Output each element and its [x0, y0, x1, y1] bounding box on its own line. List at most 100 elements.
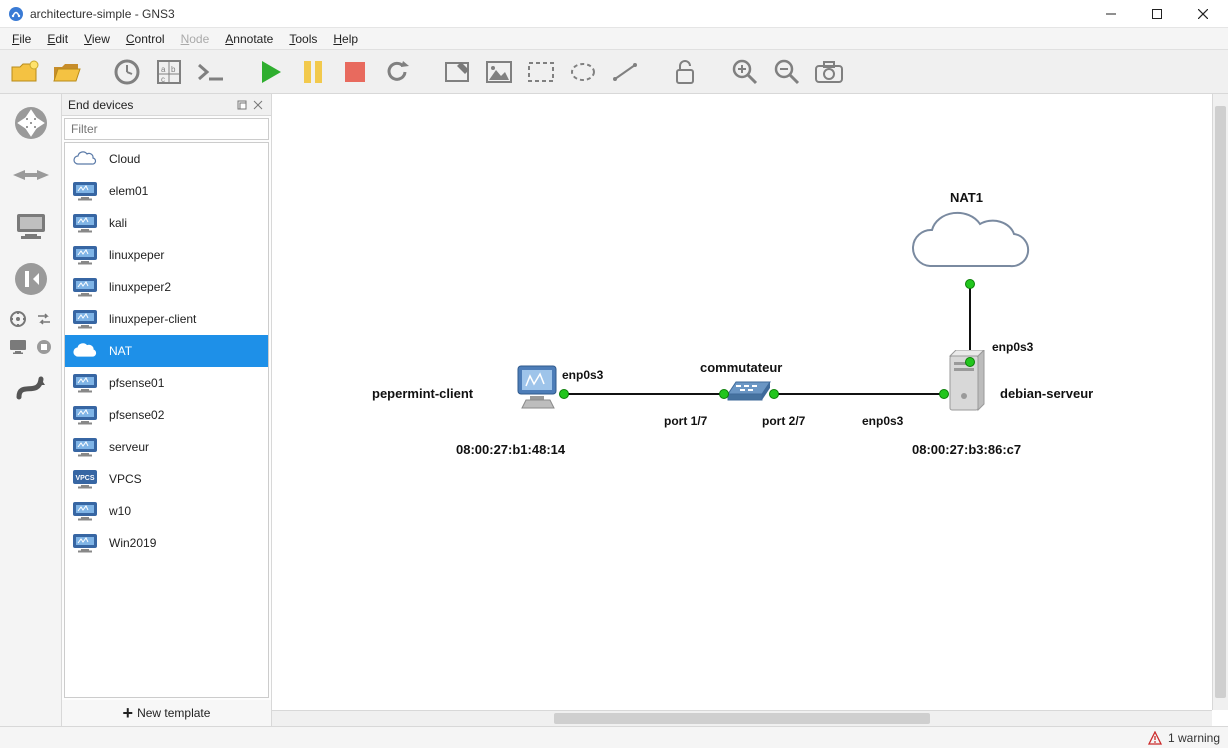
panel-detach-button[interactable] [235, 98, 249, 112]
link-line[interactable] [564, 393, 724, 395]
pc-icon [71, 500, 99, 522]
statusbar: 1 warning [0, 726, 1228, 748]
device-vpcs[interactable]: VPCS VPCS [65, 463, 268, 495]
pc-icon [71, 212, 99, 234]
titlebar: architecture-simple - GNS3 [0, 0, 1228, 28]
label-debian-serveur: debian-serveur [1000, 386, 1093, 401]
toolbar-pause[interactable] [294, 54, 332, 90]
menu-edit[interactable]: Edit [39, 30, 76, 48]
toolbar-draw-line[interactable] [606, 54, 644, 90]
device-linuxpeper2[interactable]: linuxpeper2 [65, 271, 268, 303]
menu-annotate[interactable]: Annotate [217, 30, 281, 48]
link-endpoint [939, 389, 949, 399]
close-button[interactable] [1180, 0, 1226, 28]
toolbar-draw-ellipse[interactable] [564, 54, 602, 90]
toolbar-draw-rect-dash[interactable] [522, 54, 560, 90]
node-pepermint-client[interactable] [512, 364, 564, 414]
category-end-devices[interactable] [8, 204, 54, 250]
svg-text:a: a [161, 65, 166, 74]
canvas-scrollbar-horizontal[interactable] [272, 710, 1212, 726]
monitor-small-icon[interactable] [7, 336, 29, 358]
link-endpoint [965, 357, 975, 367]
device-filter-input[interactable] [64, 118, 269, 140]
link-line[interactable] [774, 393, 944, 395]
device-label: linuxpeper [109, 248, 164, 262]
toolbar-screenshot[interactable] [810, 54, 848, 90]
browse-all-devices[interactable] [7, 308, 29, 330]
menu-help[interactable]: Help [325, 30, 366, 48]
device-label: Cloud [109, 152, 140, 166]
warning-icon [1148, 731, 1162, 745]
toolbar-stop[interactable] [336, 54, 374, 90]
new-template-label: New template [137, 706, 210, 720]
new-template-button[interactable]: + New template [62, 700, 271, 726]
node-nat1[interactable] [900, 208, 1040, 284]
pc-icon [71, 532, 99, 554]
panel-close-button[interactable] [251, 98, 265, 112]
link-endpoint [769, 389, 779, 399]
minimize-button[interactable] [1088, 0, 1134, 28]
svg-text:VPCS: VPCS [75, 475, 94, 482]
menu-control[interactable]: Control [118, 30, 173, 48]
menu-view[interactable]: View [76, 30, 118, 48]
link-endpoint [965, 279, 975, 289]
link-endpoint [559, 389, 569, 399]
device-linuxpeper-client[interactable]: linuxpeper-client [65, 303, 268, 335]
canvas-scrollbar-vertical[interactable] [1212, 94, 1228, 710]
device-cloud[interactable]: Cloud [65, 143, 268, 175]
port-server-top: enp0s3 [992, 340, 1033, 354]
label-pepermint-client: pepermint-client [372, 386, 473, 401]
port-switch-right: port 2/7 [762, 414, 805, 428]
maximize-button[interactable] [1134, 0, 1180, 28]
device-pfsense02[interactable]: pfsense02 [65, 399, 268, 431]
toolbar-reload[interactable] [378, 54, 416, 90]
category-security[interactable] [8, 256, 54, 302]
pc-icon [71, 276, 99, 298]
toolbar-draw-rect[interactable] [438, 54, 476, 90]
device-label: linuxpeper-client [109, 312, 196, 326]
device-label: VPCS [109, 472, 142, 486]
category-routers[interactable] [8, 100, 54, 146]
toolbar-play[interactable] [252, 54, 290, 90]
port-client: enp0s3 [562, 368, 603, 382]
node-commutateur[interactable] [724, 376, 774, 404]
topology-canvas[interactable]: pepermint-clientenp0s308:00:27:b1:48:14c… [272, 94, 1228, 726]
menu-file[interactable]: File [4, 30, 39, 48]
toolbar-draw-image[interactable] [480, 54, 518, 90]
toolbar-snap-grid[interactable]: abc [150, 54, 188, 90]
cloud-icon [71, 340, 99, 362]
menu-tools[interactable]: Tools [281, 30, 325, 48]
mac-client: 08:00:27:b1:48:14 [456, 442, 565, 457]
device-linuxpeper[interactable]: linuxpeper [65, 239, 268, 271]
device-kali[interactable]: kali [65, 207, 268, 239]
device-nat[interactable]: NAT [65, 335, 268, 367]
device-label: elem01 [109, 184, 148, 198]
stop-small-icon[interactable] [33, 336, 55, 358]
device-serveur[interactable]: serveur [65, 431, 268, 463]
device-elem01[interactable]: elem01 [65, 175, 268, 207]
device-list[interactable]: Cloud elem01 kali linuxpeper linuxpeper2 linu… [64, 142, 269, 698]
toolbar-lock[interactable] [666, 54, 704, 90]
app-icon [8, 6, 24, 22]
category-switches[interactable] [8, 152, 54, 198]
link-endpoint [719, 389, 729, 399]
toolbar-console[interactable] [192, 54, 230, 90]
port-server-left: enp0s3 [862, 414, 903, 428]
svg-text:c: c [161, 75, 165, 84]
toolbar-clock[interactable] [108, 54, 146, 90]
toolbar-new-project[interactable] [6, 54, 44, 90]
label-nat1: NAT1 [950, 190, 983, 205]
swap-appliance[interactable] [33, 308, 55, 330]
pc-icon [71, 436, 99, 458]
device-w10[interactable]: w10 [65, 495, 268, 527]
toolbar-zoom-out[interactable] [768, 54, 806, 90]
pc-icon [71, 308, 99, 330]
device-label: NAT [109, 344, 132, 358]
toolbar-zoom-in[interactable] [726, 54, 764, 90]
device-win2019[interactable]: Win2019 [65, 527, 268, 559]
toolbar-open-project[interactable] [48, 54, 86, 90]
svg-text:b: b [171, 65, 176, 74]
add-link[interactable] [8, 364, 54, 410]
status-warning[interactable]: 1 warning [1148, 731, 1220, 745]
device-pfsense01[interactable]: pfsense01 [65, 367, 268, 399]
